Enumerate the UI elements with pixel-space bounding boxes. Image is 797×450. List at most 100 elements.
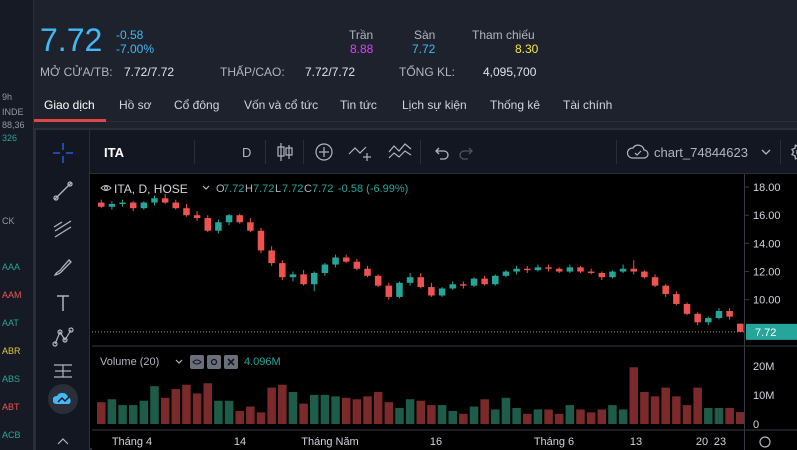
candle — [311, 271, 318, 292]
background-label: 326 — [2, 133, 18, 143]
candle — [257, 227, 265, 254]
tab-bar: Giao dịch Hồ sơ Cổ đông Vốn và cổ tức Ti… — [34, 90, 797, 122]
x-tick-label: Tháng Năm — [301, 436, 358, 448]
x-tick-label: 16 — [430, 436, 442, 448]
tab-tai-chinh[interactable]: Tài chính — [563, 98, 612, 112]
tab-tin-tuc[interactable]: Tin tức — [340, 98, 377, 112]
brush-icon[interactable] — [50, 254, 76, 280]
chevron-down-icon[interactable] — [760, 142, 772, 162]
background-label: ABT — [2, 402, 20, 412]
tab-lich-su-kien[interactable]: Lịch sự kiện — [402, 98, 467, 112]
volume-bar — [246, 406, 255, 424]
volume-bar — [523, 413, 532, 424]
volume-bar — [693, 387, 702, 424]
price-tick-label: 10.00 — [753, 295, 781, 307]
candle — [524, 265, 531, 273]
volume-bar — [128, 405, 138, 424]
candle — [555, 267, 563, 273]
volume-legend-value: 4.096M — [244, 356, 281, 368]
redo-icon[interactable] — [458, 142, 476, 162]
volume-bar — [107, 399, 117, 424]
text-tool-icon[interactable] — [50, 290, 76, 316]
floor-value: 7.72 — [412, 42, 436, 56]
open-avg-value: 7.72/7.72 — [124, 65, 175, 79]
volume-bar — [320, 394, 330, 424]
close-icon[interactable] — [224, 355, 238, 369]
legend-eye-icon[interactable] — [100, 183, 112, 196]
candle — [151, 195, 158, 206]
x-tick-label: Tháng 6 — [534, 436, 574, 448]
price-axis[interactable]: 18.00 16.00 14.00 12.00 10.00 7.72 20M 10M 0 — [744, 174, 797, 450]
cloud-save-icon[interactable] — [626, 142, 650, 162]
active-tab-indicator — [34, 119, 106, 122]
tab-co-dong[interactable]: Cổ đông — [174, 98, 219, 112]
candle — [129, 201, 137, 211]
volume-bar — [672, 396, 681, 424]
eye-icon[interactable] — [190, 355, 204, 369]
chart-layout-name[interactable]: chart_74844623 — [654, 142, 748, 162]
candle — [332, 254, 339, 268]
fib-tool-icon[interactable] — [50, 216, 76, 242]
pattern-tool-icon[interactable] — [50, 324, 76, 350]
undo-icon[interactable] — [432, 142, 450, 162]
candle-type-icon[interactable] — [276, 142, 294, 162]
axis-settings-icon[interactable] — [759, 436, 771, 448]
volume-bar — [682, 405, 692, 424]
ceiling-label: Trần — [349, 28, 374, 42]
volume-bar — [373, 392, 383, 424]
chart-widget: ITA D chart_74844623 Tháng 4 14 Tháng Nă… — [34, 128, 797, 450]
settings-icon[interactable] — [207, 355, 221, 369]
volume-bar — [171, 389, 181, 424]
ref-value: 8.30 — [515, 42, 539, 56]
price-change-pct: -7.00% — [116, 42, 155, 56]
volume-bar — [299, 403, 308, 424]
candlestick-chart[interactable]: Tháng 4 14 Tháng Năm 16 Tháng 6 13 20 23 — [92, 174, 745, 450]
trend-line-icon[interactable] — [50, 178, 76, 204]
volume-bar — [331, 396, 340, 424]
background-label: AAT — [2, 318, 19, 328]
legend-collapse-icon[interactable] — [201, 183, 211, 196]
candle — [577, 265, 584, 273]
indicators-icon[interactable] — [388, 142, 412, 162]
more-tools-icon[interactable] — [50, 428, 76, 450]
background-label: ACB — [2, 430, 21, 440]
compare-icon[interactable] — [348, 142, 372, 162]
legend-close: 7.72 — [312, 183, 334, 195]
crosshair-icon[interactable] — [50, 140, 76, 166]
tab-giao-dich[interactable]: Giao dịch — [44, 98, 95, 112]
volume-bar — [160, 397, 170, 424]
volume-bar — [395, 408, 404, 424]
volume-bar — [182, 384, 191, 424]
ceiling-value: 8.88 — [350, 42, 374, 56]
volume-bar — [278, 384, 287, 424]
volume-bar — [427, 405, 436, 424]
candle — [502, 270, 510, 278]
legend-title: ITA, D, HOSE — [114, 182, 188, 196]
volume-bar — [118, 405, 127, 424]
volume-bar — [437, 405, 447, 424]
tradingview-logo-icon[interactable] — [48, 384, 78, 414]
interval-selector[interactable]: D — [242, 142, 251, 162]
tab-ho-so[interactable]: Hồ sơ — [119, 98, 152, 112]
symbol-search[interactable]: ITA — [104, 142, 124, 162]
volume-bar — [597, 409, 607, 424]
volume-bar — [491, 409, 500, 424]
volume-collapse-icon[interactable] — [174, 357, 184, 370]
candle — [353, 258, 361, 271]
tab-thong-ke[interactable]: Thống kê — [490, 98, 540, 112]
candle — [247, 218, 254, 233]
chart-area[interactable]: Tháng 4 14 Tháng Năm 16 Tháng 6 13 20 23 ITA, D… — [92, 174, 745, 450]
add-indicator-icon[interactable] — [314, 142, 334, 162]
volume-bar — [544, 409, 553, 424]
gear-icon[interactable] — [790, 142, 797, 162]
candle — [694, 312, 701, 326]
volume-bar — [469, 406, 479, 424]
candle — [481, 275, 488, 286]
candle — [289, 271, 297, 282]
measure-icon[interactable] — [50, 358, 76, 384]
candle — [566, 264, 574, 273]
candle — [374, 274, 382, 288]
candle — [279, 260, 286, 281]
tab-von-co-tuc[interactable]: Vốn và cổ tức — [244, 98, 318, 112]
volume-tick-label: 10M — [753, 390, 774, 402]
